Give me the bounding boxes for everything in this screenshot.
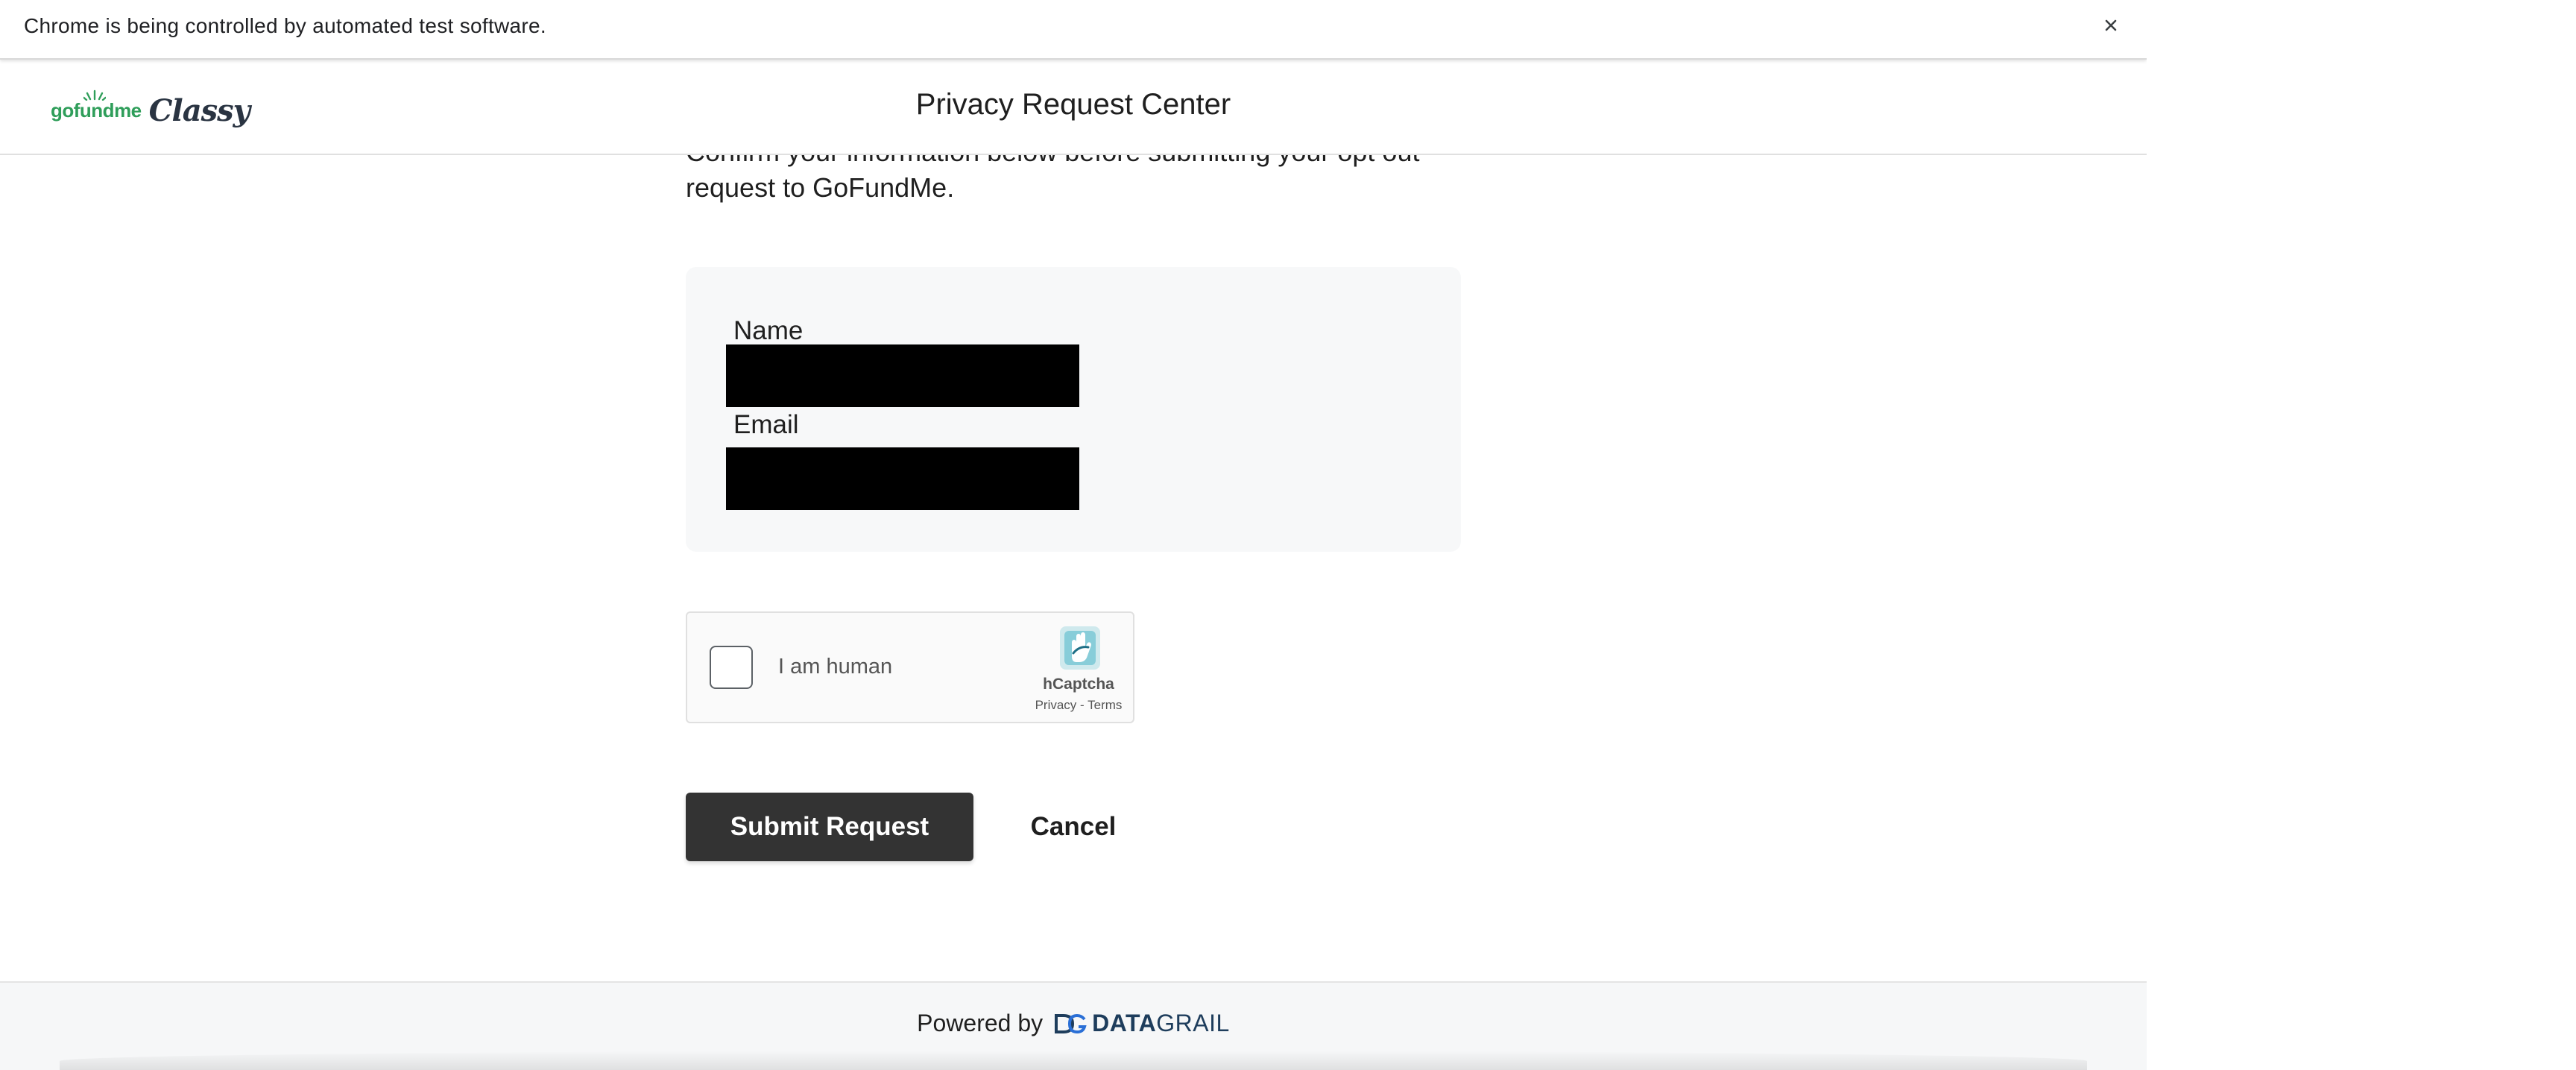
hcaptcha-brand-label: hCaptcha (1043, 676, 1114, 693)
name-label: Name (733, 316, 804, 345)
close-icon[interactable] (2094, 9, 2127, 42)
page-title: Privacy Request Center (915, 88, 1231, 121)
automation-infobar: Chrome is being controlled by automated … (0, 0, 2147, 60)
email-label: Email (733, 410, 799, 439)
captcha-link-separator: - (1076, 698, 1088, 712)
captcha-links: Privacy - Terms (1024, 698, 1133, 713)
datagrail-brand-bold: DATA (1092, 1010, 1157, 1036)
info-panel: Name Email (686, 267, 1461, 552)
captcha-label: I am human (778, 655, 893, 679)
powered-by: Powered by DATA GRAIL (0, 1010, 2147, 1037)
infobar-message: Chrome is being controlled by automated … (24, 14, 546, 37)
hcaptcha-hand-icon (1060, 626, 1100, 670)
page-header: gofundme Classy Privacy Request Center (0, 60, 2147, 155)
intro-line-2: request to GoFundMe. (686, 172, 955, 203)
email-value-redacted (726, 447, 1079, 510)
page-footer: Powered by DATA GRAIL (0, 981, 2147, 1070)
name-value-redacted (726, 344, 1079, 407)
submit-request-button[interactable]: Submit Request (686, 793, 973, 861)
cancel-button[interactable]: Cancel (1014, 793, 1133, 861)
captcha-privacy-link[interactable]: Privacy (1035, 698, 1077, 712)
captcha-checkbox[interactable] (710, 646, 753, 689)
footer-shadow (60, 1051, 2087, 1070)
browser-viewport: Chrome is being controlled by automated … (0, 0, 2147, 1070)
hcaptcha-widget: I am human hCaptcha Privacy - Terms (686, 611, 1134, 723)
captcha-terms-link[interactable]: Terms (1087, 698, 1122, 712)
datagrail-brand-light: GRAIL (1156, 1010, 1230, 1036)
powered-by-label: Powered by (917, 1010, 1044, 1036)
datagrail-logo-icon[interactable] (1053, 1013, 1087, 1035)
page-background-outside-viewport (2147, 0, 2576, 1070)
